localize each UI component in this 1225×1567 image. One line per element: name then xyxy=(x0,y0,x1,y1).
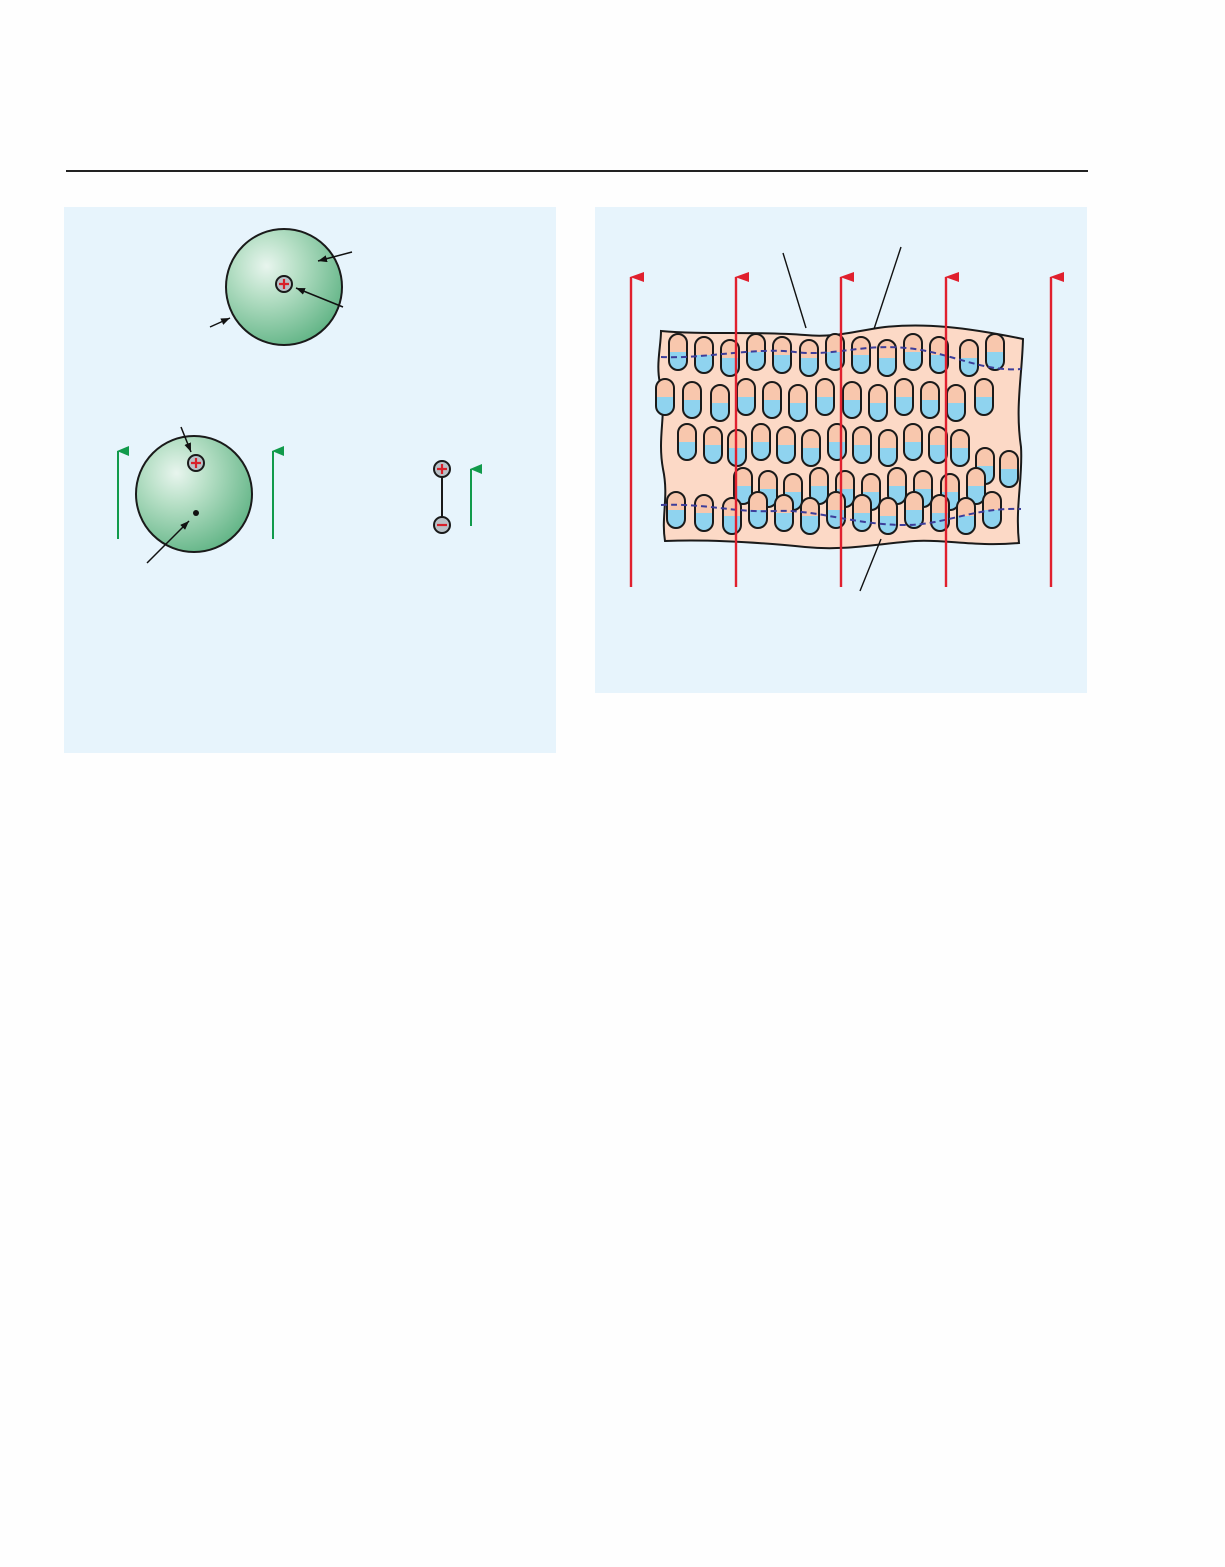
nucleus xyxy=(187,454,205,472)
polarized-molecule xyxy=(736,378,756,416)
cloud-center-dot xyxy=(193,510,199,516)
dielectric-panel xyxy=(595,207,1087,693)
polarized-molecule xyxy=(920,381,940,419)
polarized-molecule xyxy=(666,491,686,529)
pointer-line-2 xyxy=(873,246,902,330)
polarized-molecule xyxy=(722,497,742,535)
polarized-molecule xyxy=(868,384,888,422)
polarized-molecule xyxy=(959,339,979,377)
polarized-molecule xyxy=(878,497,898,535)
polarized-molecule xyxy=(677,423,697,461)
polarized-molecule xyxy=(801,429,821,467)
atom-polarization-panel xyxy=(64,207,556,753)
polarized-molecule xyxy=(950,429,970,467)
molecules xyxy=(655,333,1019,535)
polarized-molecule xyxy=(928,426,948,464)
polarized-molecule xyxy=(826,491,846,529)
polarized-molecule xyxy=(668,333,688,371)
polarized-molecule xyxy=(710,384,730,422)
polarized-molecule xyxy=(774,494,794,532)
polarized-molecule xyxy=(772,336,792,374)
polarized-molecule xyxy=(800,497,820,535)
polarized-molecule xyxy=(762,381,782,419)
polarized-molecule xyxy=(985,333,1005,371)
polarized-molecule xyxy=(904,491,924,529)
polarized-molecule xyxy=(946,384,966,422)
polarized-molecule xyxy=(974,378,994,416)
atom-polarized xyxy=(117,426,284,564)
header-rule xyxy=(66,170,1088,172)
polarized-molecule xyxy=(851,336,871,374)
atom-polarization-diagram xyxy=(117,228,482,564)
electron-cloud xyxy=(135,435,253,553)
polarized-molecule xyxy=(903,423,923,461)
surface-pointer xyxy=(209,317,231,328)
polarized-molecule xyxy=(999,450,1019,488)
polarized-molecule xyxy=(703,426,723,464)
polarized-molecule xyxy=(842,381,862,419)
polarized-molecule xyxy=(799,339,819,377)
polarized-molecule xyxy=(655,378,675,416)
polarized-molecule xyxy=(776,426,796,464)
polarized-molecule xyxy=(827,423,847,461)
nucleus xyxy=(275,275,293,293)
polarized-molecule xyxy=(852,426,872,464)
dielectric-diagram xyxy=(629,246,1064,592)
polarized-molecule xyxy=(788,384,808,422)
polarized-molecule xyxy=(878,429,898,467)
polarized-molecule xyxy=(877,339,897,377)
polarized-molecule xyxy=(694,494,714,532)
polarized-molecule xyxy=(852,494,872,532)
polarized-molecule xyxy=(903,333,923,371)
pointer-line-1 xyxy=(782,252,807,329)
polarized-molecule xyxy=(682,381,702,419)
dipole-symbol xyxy=(433,460,482,534)
polarized-molecule xyxy=(751,423,771,461)
polarized-molecule xyxy=(894,378,914,416)
polarized-molecule xyxy=(815,378,835,416)
atom-unpolarized xyxy=(209,228,353,346)
